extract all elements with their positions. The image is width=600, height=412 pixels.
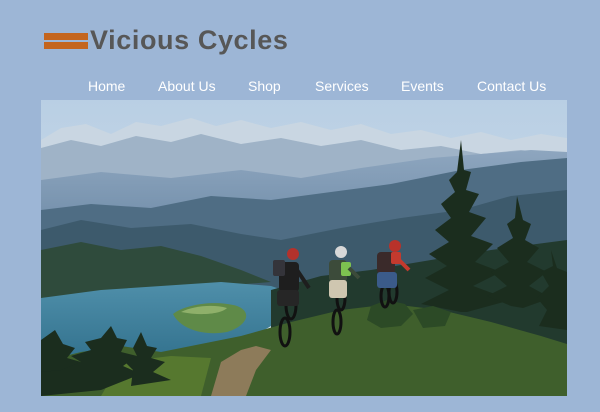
- hero-image: [41, 100, 567, 396]
- logo-stripes-icon: [44, 28, 88, 52]
- site-title: Vicious Cycles: [90, 25, 289, 55]
- nav-shop-link[interactable]: Shop: [248, 76, 281, 96]
- nav-home-link[interactable]: Home: [88, 76, 125, 96]
- main-nav: Home About Us Shop Services Events Conta…: [0, 76, 600, 96]
- nav-contact-link[interactable]: Contact Us: [477, 76, 546, 96]
- nav-events-link[interactable]: Events: [401, 76, 444, 96]
- nav-services-link[interactable]: Services: [315, 76, 369, 96]
- site-logo[interactable]: Vicious Cycles: [44, 24, 289, 56]
- nav-about-link[interactable]: About Us: [158, 76, 216, 96]
